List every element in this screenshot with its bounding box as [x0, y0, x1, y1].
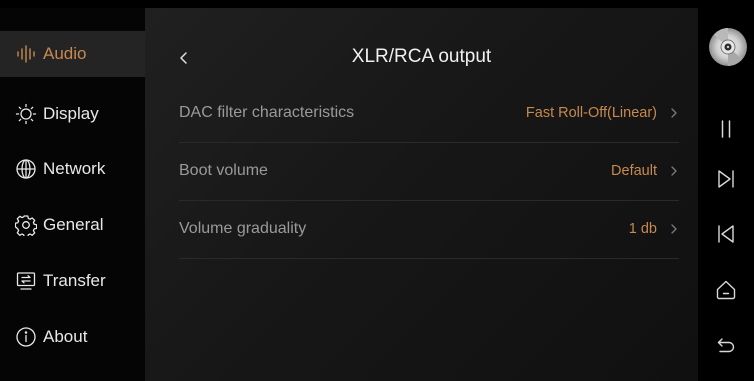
- setting-row-volume-graduality[interactable]: Volume graduality 1 db: [179, 201, 679, 259]
- sidebar-item-network[interactable]: Network: [0, 146, 145, 192]
- audio-waveform-icon: [15, 43, 37, 65]
- home-icon: [716, 280, 736, 300]
- info-icon: [15, 326, 37, 348]
- sidebar-item-general[interactable]: General: [0, 202, 145, 248]
- previous-track-icon: [718, 225, 734, 243]
- device-screen: Audio Display Network General Transfer A…: [0, 0, 754, 381]
- sidebar-item-display[interactable]: Display: [0, 91, 145, 137]
- sidebar-item-label: About: [43, 327, 88, 346]
- sidebar-item-audio[interactable]: Audio: [0, 31, 145, 77]
- setting-value: Default: [611, 163, 657, 179]
- home-button[interactable]: [698, 270, 754, 310]
- sidebar-item-label: Audio: [43, 44, 87, 63]
- pause-icon: [721, 120, 731, 138]
- chevron-right-icon: [671, 166, 677, 176]
- sidebar-item-label: Display: [43, 104, 99, 123]
- settings-sidebar: Audio Display Network General Transfer A…: [0, 8, 145, 381]
- now-playing-disc-button[interactable]: [708, 27, 748, 67]
- pause-button[interactable]: [698, 109, 754, 149]
- setting-value: Fast Roll-Off(Linear): [525, 105, 657, 121]
- globe-icon: [15, 158, 37, 180]
- chevron-right-icon: [671, 224, 677, 234]
- playback-control-bar: [698, 8, 754, 381]
- sidebar-item-label: General: [43, 215, 104, 234]
- disc-icon: [709, 28, 747, 66]
- sun-icon: [15, 103, 37, 125]
- return-button[interactable]: [698, 325, 754, 365]
- setting-label: DAC filter characteristics: [179, 104, 355, 121]
- page-title: XLR/RCA output: [351, 46, 492, 67]
- next-track-button[interactable]: [698, 159, 754, 199]
- settings-panel: XLR/RCA output DAC filter characteristic…: [145, 8, 698, 381]
- sidebar-item-label: Transfer: [43, 271, 106, 290]
- sidebar-item-about[interactable]: About: [0, 314, 145, 360]
- previous-track-button[interactable]: [698, 214, 754, 254]
- setting-label: Volume graduality: [179, 220, 307, 237]
- setting-row-boot-volume[interactable]: Boot volume Default: [179, 143, 679, 201]
- sidebar-item-transfer[interactable]: Transfer: [0, 258, 145, 304]
- chevron-right-icon: [671, 108, 677, 118]
- setting-row-dac-filter[interactable]: DAC filter characteristics Fast Roll-Off…: [179, 85, 679, 143]
- transfer-icon: [15, 270, 37, 292]
- gear-icon: [15, 214, 37, 236]
- return-icon: [717, 338, 735, 353]
- setting-label: Boot volume: [179, 162, 268, 179]
- sidebar-item-label: Network: [43, 159, 106, 178]
- next-track-icon: [718, 170, 734, 188]
- setting-value: 1 db: [628, 221, 657, 237]
